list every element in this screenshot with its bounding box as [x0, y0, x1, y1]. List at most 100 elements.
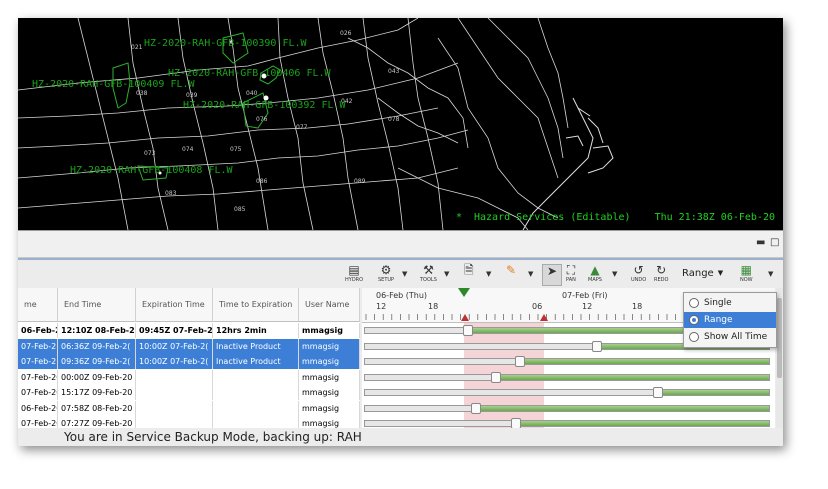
column-header-expiration-time[interactable]: Expiration Time	[136, 288, 213, 322]
table-cell: 10:00Z 07-Feb-2(	[136, 338, 213, 354]
hazard-label-100408[interactable]: HZ-2020-RAH-GFB-100408 FL.W	[70, 165, 233, 176]
hour-label: 12	[582, 302, 593, 311]
column-header-end-time[interactable]: End Time	[58, 288, 136, 322]
option-label: Show All Time	[704, 332, 768, 342]
table-row[interactable]: 07-Feb-2(06:36Z 09-Feb-2(10:00Z 07-Feb-2…	[18, 338, 360, 354]
hydro-button[interactable]: ▤ HYDRO	[345, 264, 363, 284]
day-label-06-feb: 06-Feb (Thu)	[376, 291, 428, 300]
county-code: 043	[388, 68, 400, 75]
option-label: Range	[704, 315, 733, 325]
event-start-handle[interactable]	[511, 418, 522, 428]
table-cell: 12:10Z 08-Feb-2(	[58, 323, 136, 338]
table-row[interactable]: 07-Feb-20 15:17Z 09-Feb-20 mmagsig	[18, 385, 360, 400]
table-cell: 00:00Z 09-Feb-20	[58, 369, 136, 385]
pencil-icon: ✎	[506, 263, 517, 277]
time-mode-dropdown[interactable]: Range ▼	[682, 265, 723, 281]
time-mode-menu: Single Range Show All Time	[683, 292, 777, 348]
table-row[interactable]: 07-Feb-2(09:36Z 09-Feb-2(10:00Z 07-Feb-2…	[18, 354, 360, 369]
maps-button[interactable]: ▲ MAPS	[588, 264, 602, 284]
column-header-start[interactable]: me	[18, 288, 58, 322]
table-cell	[213, 369, 299, 385]
undo-button[interactable]: ↺ UNDO	[631, 264, 646, 284]
event-start-handle[interactable]	[592, 340, 603, 352]
redo-label: REDO	[654, 277, 669, 283]
map-display[interactable]: HZ-2020-RAH-GFB-100390 FL.W HZ-2020-RAH-…	[18, 18, 783, 230]
hour-label: 18	[428, 302, 439, 311]
range-start-marker-icon[interactable]	[461, 314, 469, 321]
chevron-down-icon: ▼	[717, 269, 724, 277]
draw-button[interactable]: ✎	[506, 264, 516, 284]
scrollbar-thumb[interactable]	[777, 298, 782, 378]
tools-chevron-down-icon[interactable]: ▼	[444, 270, 449, 278]
current-time-marker-icon[interactable]	[458, 288, 470, 297]
table-cell	[213, 400, 299, 416]
range-end-marker-icon[interactable]	[540, 314, 548, 321]
event-start-handle[interactable]	[490, 371, 501, 383]
setup-chevron-down-icon[interactable]: ▼	[402, 270, 407, 278]
now-button[interactable]: ▦ NOW	[740, 264, 753, 284]
maps-chevron-down-icon[interactable]: ▼	[612, 270, 617, 278]
table-row[interactable]: 07-Feb-20 07:27Z 09-Feb-20 mmagsig	[18, 416, 360, 428]
event-time-bar[interactable]	[364, 387, 770, 398]
menu-option-single[interactable]: Single	[684, 295, 776, 311]
application-window: HZ-2020-RAH-GFB-100390 FL.W HZ-2020-RAH-…	[18, 18, 783, 446]
table-cell	[136, 416, 213, 428]
panel-title-bar: ▬ □	[18, 230, 783, 258]
hazard-label-100406[interactable]: HZ-2020-RAH-GFB-100406 FL.W	[168, 68, 331, 79]
clock-icon: ▦	[740, 263, 752, 277]
event-time-bar[interactable]	[364, 402, 770, 414]
event-duration-fill	[515, 421, 769, 426]
select-button[interactable]: ➤	[542, 264, 562, 286]
timeline-scrollbar[interactable]	[776, 288, 783, 428]
table-cell: 06-Feb-20	[18, 400, 58, 416]
event-time-bar[interactable]	[364, 418, 770, 428]
menu-option-range[interactable]: Range	[684, 312, 776, 328]
column-header-time-to-expiration[interactable]: Time to Expiration	[213, 288, 299, 322]
table-row[interactable]: 07-Feb-20 00:00Z 09-Feb-20 mmagsig	[18, 369, 360, 385]
column-header-user-name[interactable]: User Name	[299, 288, 360, 322]
setup-button[interactable]: ⚙ SETUP	[378, 264, 394, 284]
hour-label: 18	[632, 302, 643, 311]
table-cell: 12hrs 2min	[213, 323, 299, 338]
time-mode-label: Range	[682, 267, 714, 279]
product-button[interactable]: 🗎	[464, 264, 474, 284]
county-code: 089	[354, 178, 366, 185]
table-cell: 09:36Z 09-Feb-2(	[58, 354, 136, 369]
hazard-label-100390[interactable]: HZ-2020-RAH-GFB-100390 FL.W	[144, 38, 307, 49]
table-row[interactable]: 06-Feb-20 07:58Z 08-Feb-20 mmagsig	[18, 400, 360, 416]
event-start-handle[interactable]	[462, 325, 473, 336]
pan-button[interactable]: ⛶ PAN	[566, 264, 576, 284]
tools-button[interactable]: ⚒ TOOLS	[420, 264, 437, 284]
table-cell: 07-Feb-20	[18, 385, 58, 400]
hazard-label-100392[interactable]: HZ-2020-RAH-GFB-100392 FL.W	[183, 100, 346, 111]
event-time-bar[interactable]	[364, 356, 770, 367]
cursor-arrow-icon: ➤	[546, 264, 558, 278]
undo-icon: ↺	[633, 263, 644, 277]
table-row[interactable]: 06-Feb-2(12:10Z 08-Feb-2(09:45Z 07-Feb-2…	[18, 323, 360, 338]
minimize-icon[interactable]: ▬	[756, 237, 765, 248]
event-start-handle[interactable]	[515, 356, 526, 367]
maps-icon: ▲	[590, 263, 600, 277]
county-code: 026	[340, 30, 352, 37]
table-cell	[213, 416, 299, 428]
event-time-bar[interactable]	[364, 371, 770, 383]
menu-option-show-all-time[interactable]: Show All Time	[684, 329, 776, 345]
product-chevron-down-icon[interactable]: ▼	[486, 270, 491, 278]
radio-selected-icon	[689, 315, 699, 325]
table-cell: 15:17Z 09-Feb-20	[58, 385, 136, 400]
undo-label: UNDO	[631, 277, 647, 283]
table-cell: 10:00Z 07-Feb-2(	[136, 354, 213, 369]
hazard-label-100409[interactable]: HZ-2020-RAH-GFB-100409 FL.W	[32, 79, 195, 90]
toolbar-chevron-down-icon[interactable]: ▼	[768, 270, 773, 278]
event-start-handle[interactable]	[653, 387, 664, 398]
event-start-handle[interactable]	[470, 402, 481, 414]
table-cell	[136, 369, 213, 385]
table-cell: mmagsig	[299, 354, 360, 369]
county-code: 040	[246, 90, 258, 97]
redo-icon: ↻	[656, 263, 667, 277]
map-status-line: * Hazard Services (Editable) Thu 21:38Z …	[456, 212, 775, 223]
draw-chevron-down-icon[interactable]: ▼	[528, 270, 533, 278]
maximize-icon[interactable]: □	[770, 237, 779, 248]
redo-button[interactable]: ↻ REDO	[654, 264, 668, 284]
table-cell: 06:36Z 09-Feb-2(	[58, 338, 136, 354]
